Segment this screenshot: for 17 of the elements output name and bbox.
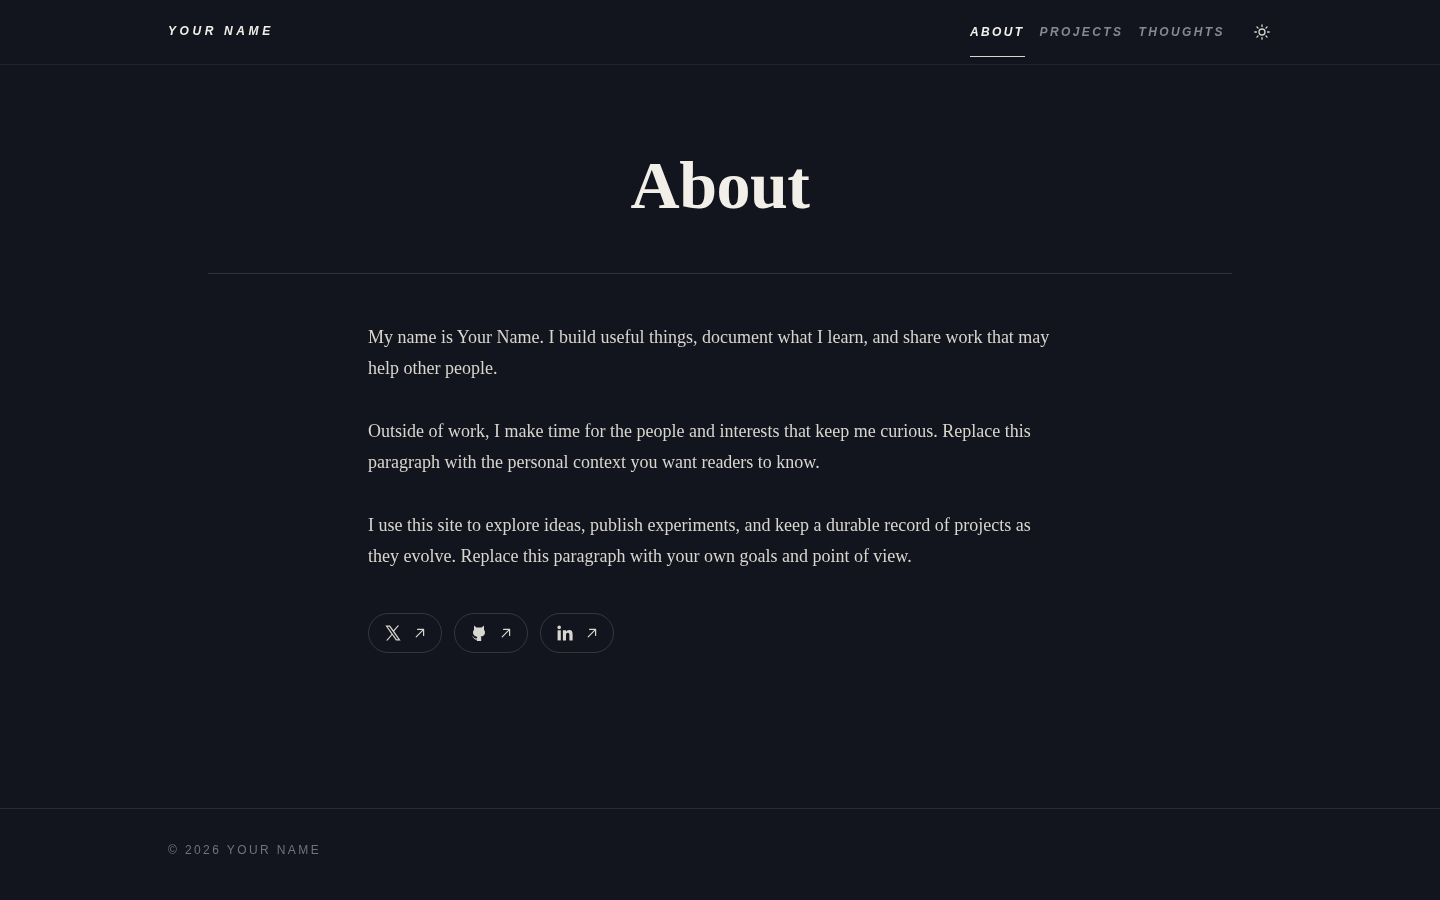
paragraph: My name is Your Name. I build useful things, document what I learn, and share work that may help other people. bbox=[368, 326, 1051, 380]
paragraph: I use this site to explore ideas, publish experiments, and keep a durable record of projects as they evolve. Replace this paragraph with your own goals and point of view. bbox=[368, 514, 1032, 568]
site-logo-link[interactable]: YOUR NAME bbox=[168, 0, 274, 39]
arrow-up-right-icon bbox=[415, 628, 425, 638]
page-title: About bbox=[630, 147, 810, 223]
sun-icon bbox=[1254, 24, 1270, 40]
cat-icon bbox=[471, 625, 487, 641]
nav-link[interactable]: PROJECTS bbox=[1039, 0, 1124, 57]
copyright-text: © 2026 YOUR NAME bbox=[168, 842, 322, 858]
nav-link[interactable]: ABOUT bbox=[969, 0, 1025, 57]
x-logo-icon bbox=[385, 625, 401, 641]
arrow-up-right-icon bbox=[587, 628, 597, 638]
nav-link[interactable]: THOUGHTS bbox=[1138, 0, 1225, 57]
theme-toggle-button[interactable] bbox=[1254, 24, 1270, 40]
in-logo-icon bbox=[557, 625, 573, 641]
arrow-up-right-icon bbox=[501, 628, 511, 638]
paragraph: Outside of work, I make time for the people and interests that keep me curious. Replace this paragraph with the personal context you want readers to know. bbox=[368, 420, 1032, 474]
